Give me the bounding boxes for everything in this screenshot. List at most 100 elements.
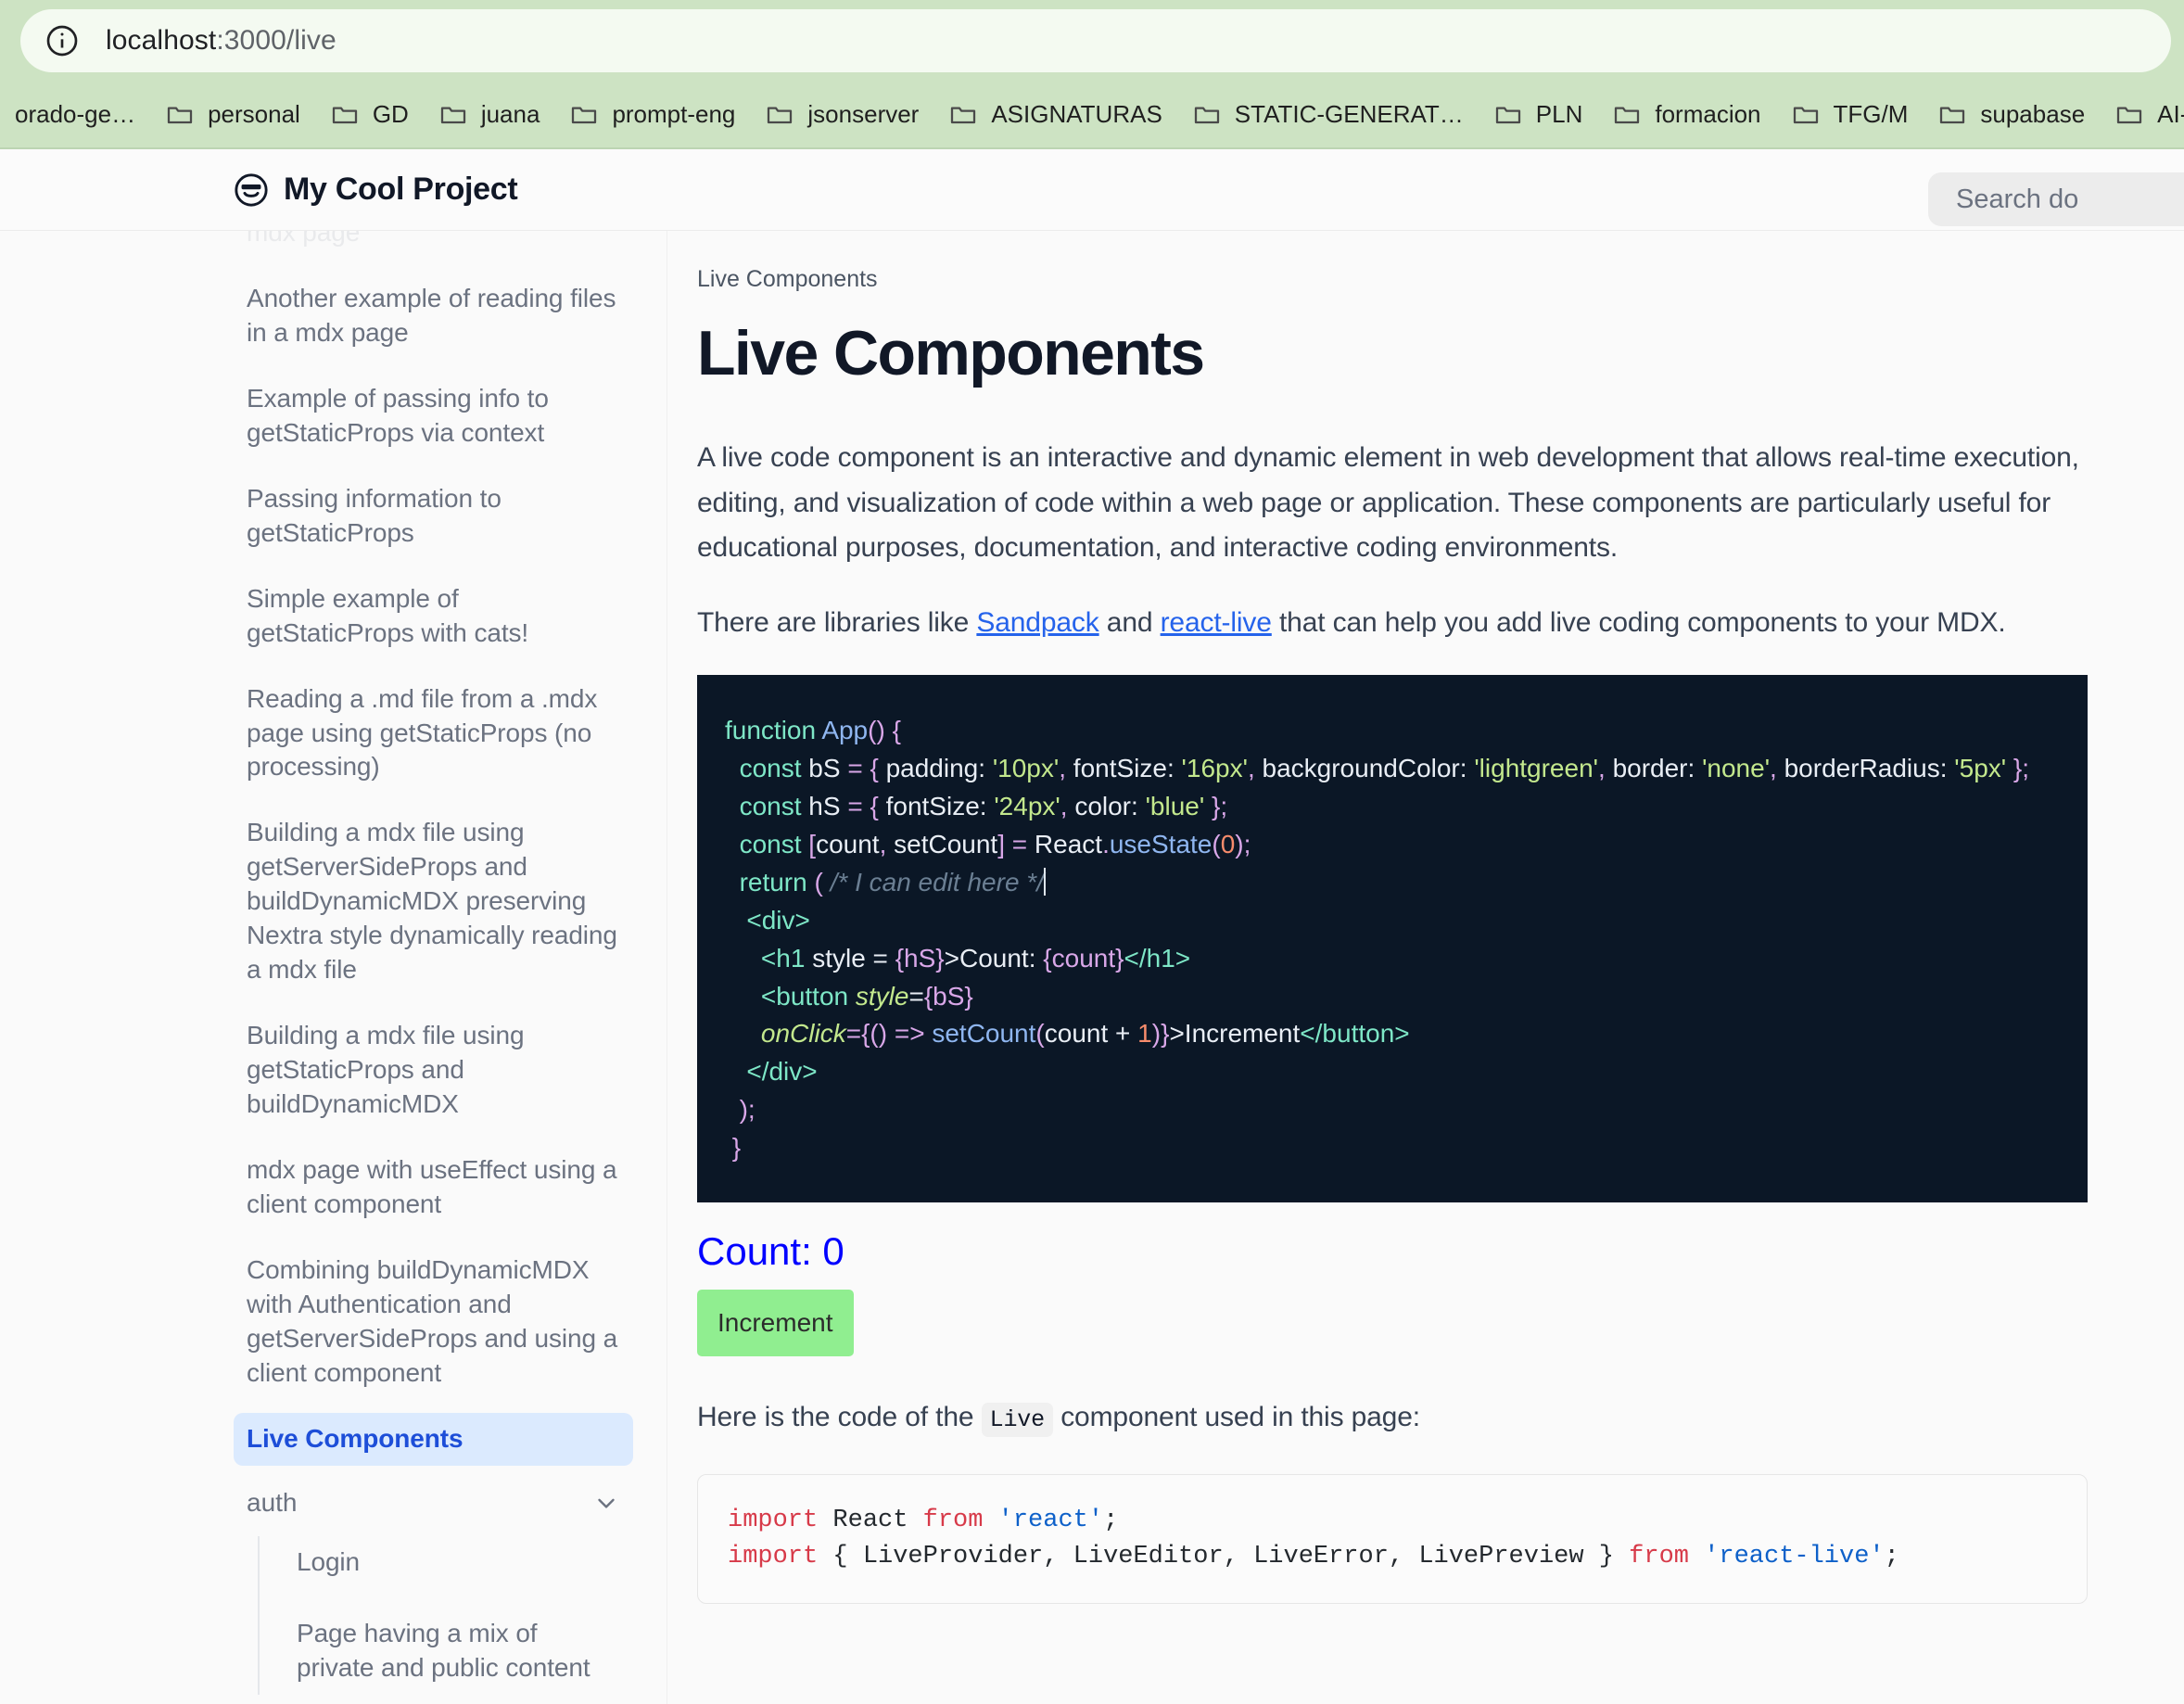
source-intro-pre: Here is the code of the — [697, 1402, 982, 1433]
bookmarks-bar: orado-ge… personal GD juana prompt-eng jsonse… — [0, 82, 2184, 149]
source-intro-paragraph: Here is the code of the Live component u… — [697, 1395, 2088, 1441]
libraries-pre: There are libraries like — [697, 606, 977, 638]
page-body: mdx page Another example of reading file… — [0, 231, 2184, 1704]
bookmark-label: ASIGNATURAS — [991, 100, 1162, 128]
bookmark-label: supabase — [1980, 100, 2086, 128]
url-host: localhost — [106, 25, 217, 56]
search-input[interactable]: Search do — [1928, 172, 2184, 226]
tok-bgcolor-val: 'lightgreen' — [1474, 754, 1598, 783]
main-content: Live Components Live Components A live c… — [667, 231, 2184, 1704]
tok-increment-label: >Increment — [1169, 1019, 1301, 1049]
tok-return: return — [739, 867, 807, 897]
increment-button[interactable]: Increment — [697, 1290, 854, 1357]
tok-h1-close: </h1> — [1124, 943, 1191, 973]
tok-count-2: count — [1044, 1019, 1109, 1049]
sidebar-subitem[interactable]: Page having a mix of private and public … — [284, 1608, 633, 1695]
bookmark-item[interactable]: jsonserver — [750, 93, 933, 137]
folder-icon — [1612, 100, 1642, 130]
tok-function: function — [725, 716, 817, 745]
tok-button-close: </button> — [1300, 1019, 1410, 1049]
folder-icon — [330, 100, 360, 130]
bookmark-item[interactable]: AI-U — [2100, 93, 2184, 137]
sidebar-group-label: auth — [247, 1487, 298, 1517]
sidebar-item[interactable]: Building a mdx file using getStaticProps… — [234, 1010, 633, 1131]
folder-icon — [1192, 100, 1222, 130]
tok-onclick: onClick — [760, 1019, 846, 1049]
code-token: from — [1629, 1543, 1689, 1571]
sidebar-group-auth[interactable]: auth — [234, 1479, 633, 1527]
folder-icon — [1937, 100, 1967, 130]
bookmark-label: GD — [372, 100, 409, 128]
bookmark-item[interactable]: formacion — [1597, 93, 1775, 137]
tok-borderradius: borderRadius — [1784, 754, 1940, 783]
sandpack-link[interactable]: Sandpack — [976, 607, 1098, 638]
browser-chrome: localhost:3000/live orado-ge… personal GD j… — [0, 0, 2184, 149]
sidebar: mdx page Another example of reading file… — [0, 231, 667, 1704]
bookmark-item[interactable]: juana — [424, 93, 555, 137]
bookmark-item[interactable]: STATIC-GENERAT… — [1177, 93, 1479, 137]
brand[interactable]: My Cool Project — [234, 172, 518, 208]
code-token: { LiveProvider, LiveEditor, LiveError, L… — [818, 1543, 1630, 1571]
breadcrumb: Live Components — [697, 266, 878, 292]
react-live-link[interactable]: react-live — [1161, 607, 1272, 638]
bookmark-label: formacion — [1655, 100, 1761, 128]
sidebar-item[interactable]: Building a mdx file using getServerSideP… — [234, 807, 633, 997]
bookmark-item[interactable]: GD — [315, 93, 424, 137]
sidebar-scroll-container[interactable]: mdx page Another example of reading file… — [234, 231, 633, 1704]
tok-usestate: useState — [1109, 830, 1213, 858]
address-bar[interactable]: localhost:3000/live — [20, 9, 2171, 72]
tok-app: App — [821, 716, 869, 745]
sidebar-item[interactable]: mdx page with useEffect using a client c… — [234, 1144, 633, 1231]
tok-color-val: 'blue' — [1145, 792, 1205, 821]
folder-icon — [1493, 100, 1523, 130]
tok-const-3: const — [739, 830, 802, 858]
sidebar-item[interactable]: Passing information to getStaticProps — [234, 473, 633, 560]
bookmark-item[interactable]: ASIGNATURAS — [933, 93, 1176, 137]
code-token: ; — [1884, 1543, 1899, 1571]
bookmark-item[interactable]: TFG/M — [1776, 93, 1924, 137]
chevron-down-icon[interactable] — [592, 1489, 620, 1517]
bookmark-label: AI-U — [2157, 100, 2184, 128]
tok-const-1: const — [739, 754, 802, 783]
live-code-editor[interactable]: function App() { const bS = { padding: '… — [697, 675, 2088, 1202]
tok-zero: 0 — [1220, 830, 1236, 858]
bookmark-item[interactable]: supabase — [1923, 93, 2100, 137]
tok-fontsize-val: '16px' — [1181, 754, 1248, 783]
sidebar-item-live-components[interactable]: Live Components — [234, 1412, 633, 1466]
tok-fontsize-2: fontSize — [885, 792, 980, 821]
bookmark-item[interactable]: personal — [150, 93, 315, 137]
code-line: import React from 'react'; — [728, 1503, 2057, 1539]
url-bar-row: localhost:3000/live — [0, 0, 2184, 82]
tok-paren-close: ); — [739, 1095, 756, 1125]
sidebar-subitems: Login Page having a mix of private and pu… — [258, 1535, 633, 1695]
bookmark-item[interactable]: PLN — [1479, 93, 1598, 137]
bookmark-label: orado-ge… — [15, 100, 136, 128]
bookmark-item[interactable]: prompt-eng — [554, 93, 750, 137]
sidebar-item[interactable]: Another example of reading files in a md… — [234, 273, 633, 360]
sidebar-item[interactable]: Reading a .md file from a .mdx page usin… — [234, 673, 633, 795]
sidebar-item[interactable]: Combining buildDynamicMDX with Authentic… — [234, 1244, 633, 1400]
info-circle-icon[interactable] — [41, 19, 83, 62]
tok-const-2: const — [739, 792, 802, 821]
source-code-block[interactable]: import React from 'react'; import { LiveP… — [697, 1473, 2088, 1605]
sidebar-item[interactable]: Example of passing info to getStaticProp… — [234, 373, 633, 460]
tok-bS: bS — [808, 754, 841, 783]
tok-style-1: style — [812, 943, 866, 973]
tok-count-expr: {count} — [1043, 943, 1124, 973]
code-token: 'react' — [997, 1506, 1104, 1534]
bookmark-item[interactable]: orado-ge… — [0, 93, 150, 136]
tok-bs-brace: {bS} — [923, 981, 973, 1011]
sidebar-item-ghost[interactable]: mdx page — [234, 231, 633, 260]
sidebar-subitem[interactable]: Login — [284, 1536, 633, 1589]
tok-div-close: </div> — [746, 1057, 818, 1087]
text-caret — [1043, 867, 1046, 896]
bookmark-label: personal — [208, 100, 300, 128]
tok-count: count — [816, 830, 880, 858]
tok-count-label: >Count: — [944, 943, 1044, 973]
bookmark-label: prompt-eng — [612, 100, 736, 128]
sidebar-item[interactable]: Simple example of getStaticProps with ca… — [234, 573, 633, 660]
intro-paragraph: A live code component is an interactive … — [697, 442, 2079, 564]
folder-icon — [1791, 100, 1821, 130]
site-header: My Cool Project Search do — [0, 149, 2184, 231]
libraries-post: that can help you add live coding compon… — [1271, 606, 2006, 638]
